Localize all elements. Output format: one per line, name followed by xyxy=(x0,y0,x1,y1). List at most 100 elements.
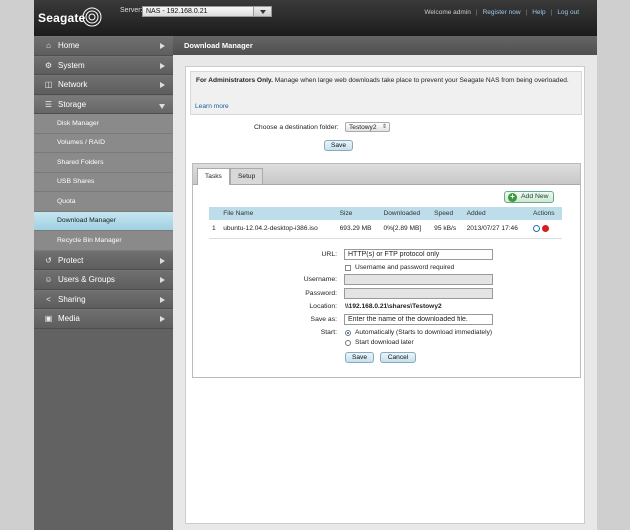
sidebar-subitem-disk-manager[interactable]: Disk Manager xyxy=(34,114,173,134)
auth-required-checkbox[interactable] xyxy=(345,265,351,271)
sharing-icon: < xyxy=(46,294,51,304)
column-actions: Actions xyxy=(529,207,562,220)
table-row[interactable]: 1 ubuntu-12.04.2-desktop-i386.iso 693.29… xyxy=(209,220,562,239)
row-downloaded: 0%[2.89 MB] xyxy=(380,220,432,239)
sidebar-subitem-download-manager[interactable]: Download Manager xyxy=(34,211,173,231)
help-link[interactable]: Help xyxy=(532,9,545,16)
save-as-label: Save as: xyxy=(310,316,337,323)
sidebar-item-media[interactable]: ▣ Media xyxy=(34,309,173,329)
users-icon: ☺ xyxy=(44,275,53,285)
pause-icon[interactable] xyxy=(532,225,540,233)
save-button[interactable]: Save xyxy=(345,352,374,363)
plus-icon: + xyxy=(508,193,517,202)
destination-folder-select[interactable]: Testowy2 xyxy=(345,122,390,132)
system-icon: ⚙ xyxy=(44,60,53,70)
sidebar-subitem-shared-folders[interactable]: Shared Folders xyxy=(34,153,173,173)
notice-text: Manage when large web downloads take pla… xyxy=(272,77,569,84)
username-field[interactable] xyxy=(344,274,493,285)
seagate-logo-text: Seagate xyxy=(38,11,86,25)
admin-notice: For Administrators Only. Manage when lar… xyxy=(190,71,582,115)
start-auto-label: Automatically (Starts to download immedi… xyxy=(355,329,493,336)
sidebar-subitem-recycle-bin-manager[interactable]: Recycle Bin Manager xyxy=(34,231,173,251)
row-size: 693.29 MB xyxy=(336,220,381,239)
save-as-field[interactable] xyxy=(344,314,493,325)
chevron-right-icon xyxy=(160,257,165,264)
column-index xyxy=(209,207,221,220)
username-label: Username: xyxy=(303,276,337,283)
column-file-name[interactable]: File Name xyxy=(220,207,337,220)
sidebar-item-label: System xyxy=(58,60,85,70)
separator: | xyxy=(550,9,553,16)
password-label: Password: xyxy=(305,290,337,297)
sidebar-subitem-volumes-raid[interactable]: Volumes / RAID xyxy=(34,133,173,153)
chevron-right-icon xyxy=(160,277,165,283)
welcome-text: Welcome admin xyxy=(424,9,471,16)
main-content: Download Manager For Administrators Only… xyxy=(173,36,597,530)
tasks-table: File Name Size Downloaded Speed Added Ac… xyxy=(209,207,562,239)
row-file-name: ubuntu-12.04.2-desktop-i386.iso xyxy=(220,220,337,239)
separator: | xyxy=(525,9,528,16)
sidebar-item-network[interactable]: ◫ Network xyxy=(34,75,173,95)
location-label: Location: xyxy=(309,303,337,310)
url-label: URL: xyxy=(321,251,338,258)
start-label: Start: xyxy=(320,329,337,336)
tab-setup[interactable]: Setup xyxy=(230,168,264,184)
add-new-button[interactable]: + Add New xyxy=(504,191,554,203)
destination-folder-label: Choose a destination folder: xyxy=(254,124,339,131)
server-select[interactable]: NAS - 192.168.0.21 xyxy=(142,6,272,17)
column-added[interactable]: Added xyxy=(463,207,530,220)
sidebar-subitem-usb-shares[interactable]: USB Shares xyxy=(34,172,173,192)
network-icon: ◫ xyxy=(44,80,53,90)
top-links: Welcome admin | Register now | Help | Lo… xyxy=(424,9,579,16)
row-actions xyxy=(529,220,562,239)
sidebar-item-system[interactable]: ⚙ System xyxy=(34,55,173,75)
column-speed[interactable]: Speed xyxy=(431,207,464,220)
sidebar-item-label: Sharing xyxy=(58,294,86,304)
logout-link[interactable]: Log out xyxy=(557,9,579,16)
save-destination-button[interactable]: Save xyxy=(324,140,353,151)
start-auto-radio[interactable] xyxy=(345,330,351,336)
sidebar-item-home[interactable]: ⌂ Home xyxy=(34,36,173,56)
sidebar-item-storage[interactable]: ☰ Storage xyxy=(34,94,173,114)
seagate-logo-icon xyxy=(82,7,102,27)
password-field[interactable] xyxy=(344,288,493,299)
tab-bar: Tasks Setup xyxy=(193,164,580,185)
url-field[interactable] xyxy=(344,249,493,260)
notice-bold: For Administrators Only. xyxy=(196,77,273,84)
tasks-tab-container: Tasks Setup + Add New File Name Size Dow… xyxy=(192,163,581,378)
sidebar-item-label: Home xyxy=(58,41,80,51)
column-size[interactable]: Size xyxy=(336,207,381,220)
app-window: Seagate Server: NAS - 192.168.0.21 Welco… xyxy=(34,0,597,530)
delete-icon[interactable] xyxy=(541,225,549,233)
protect-icon: ↺ xyxy=(45,255,52,265)
chevron-right-icon xyxy=(160,316,165,322)
sidebar-item-protect[interactable]: ↺ Protect xyxy=(34,250,173,270)
row-speed: 95 kB/s xyxy=(431,220,464,239)
download-manager-panel: For Administrators Only. Manage when lar… xyxy=(185,66,585,524)
sidebar-subitem-quota[interactable]: Quota xyxy=(34,192,173,212)
chevron-down-icon xyxy=(253,7,271,16)
media-icon: ▣ xyxy=(44,314,53,324)
chevron-right-icon xyxy=(160,82,165,88)
sidebar-item-label: Protect xyxy=(58,255,84,265)
tab-tasks[interactable]: Tasks xyxy=(197,168,230,185)
chevron-down-icon xyxy=(159,103,165,109)
column-downloaded[interactable]: Downloaded xyxy=(380,207,432,220)
sidebar-item-users-groups[interactable]: ☺ Users & Groups xyxy=(34,270,173,290)
cancel-button[interactable]: Cancel xyxy=(380,352,416,363)
sidebar-item-sharing[interactable]: < Sharing xyxy=(34,289,173,309)
sidebar-item-label: Storage xyxy=(58,99,87,109)
chevron-right-icon xyxy=(160,43,165,49)
top-bar: Seagate Server: NAS - 192.168.0.21 Welco… xyxy=(34,0,597,36)
storage-icon: ☰ xyxy=(44,99,53,109)
sidebar-item-label: Network xyxy=(58,80,88,90)
learn-more-link[interactable]: Learn more xyxy=(195,103,229,110)
chevron-right-icon xyxy=(160,296,165,303)
start-later-radio[interactable] xyxy=(345,340,351,346)
sidebar-item-label: Users & Groups xyxy=(58,275,115,285)
table-header-row: File Name Size Downloaded Speed Added Ac… xyxy=(209,207,562,220)
separator: | xyxy=(475,9,478,16)
sidebar: ⌂ Home ⚙ System ◫ Network ☰ Storage Disk… xyxy=(34,36,173,530)
auth-required-label: Username and password required xyxy=(355,264,455,271)
register-link[interactable]: Register now xyxy=(483,9,521,16)
